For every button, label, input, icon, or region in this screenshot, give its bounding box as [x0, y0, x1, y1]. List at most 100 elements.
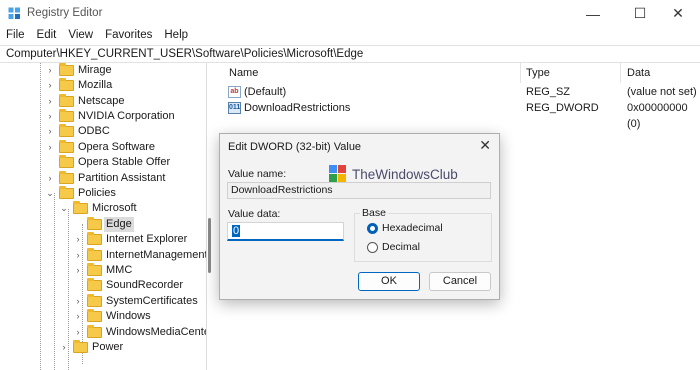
- folder-icon: [59, 171, 74, 184]
- dialog-close-button[interactable]: ✕: [479, 137, 491, 154]
- value-name: DownloadRestrictions: [244, 102, 351, 114]
- tree-item-label: Microsoft: [92, 202, 137, 214]
- tree-item[interactable]: › Mirage: [0, 63, 206, 78]
- value-data-input[interactable]: 0: [227, 222, 344, 241]
- value-type: REG_DWORD: [526, 102, 599, 114]
- menu-favorites[interactable]: Favorites: [99, 26, 158, 44]
- tree-item[interactable]: SoundRecorder: [0, 278, 206, 293]
- folder-icon: [73, 340, 88, 353]
- value-data: 0x00000000 (0): [627, 102, 688, 130]
- hexadecimal-radio[interactable]: [367, 223, 378, 234]
- tree-item[interactable]: ⌄ Policies: [0, 186, 206, 201]
- expand-chevron-icon[interactable]: ›: [59, 340, 69, 355]
- tree-item-label: Opera Stable Offer: [78, 156, 171, 168]
- expand-chevron-icon[interactable]: ›: [73, 263, 83, 278]
- value-type: REG_SZ: [526, 86, 571, 98]
- decimal-radio[interactable]: [367, 242, 378, 253]
- expand-chevron-icon[interactable]: ›: [73, 325, 83, 340]
- column-header-data[interactable]: Data: [627, 67, 650, 79]
- collapse-chevron-icon[interactable]: ⌄: [45, 186, 55, 201]
- tree-item[interactable]: › MMC: [0, 263, 206, 278]
- tree-item[interactable]: › Mozilla: [0, 78, 206, 93]
- expand-chevron-icon[interactable]: ›: [45, 124, 55, 139]
- tree-item[interactable]: Opera Stable Offer: [0, 155, 206, 170]
- tree-item-label: ODBC: [78, 125, 110, 137]
- list-row[interactable]: ab (Default) REG_SZ (value not set): [222, 84, 700, 100]
- tree-scrollbar-thumb[interactable]: [208, 218, 211, 273]
- cancel-button[interactable]: Cancel: [429, 272, 491, 291]
- expand-chevron-icon[interactable]: ›: [45, 63, 55, 78]
- base-group: [354, 213, 492, 262]
- column-header-name[interactable]: Name: [229, 67, 258, 79]
- column-separator[interactable]: [620, 63, 621, 83]
- folder-icon: [59, 63, 74, 76]
- tree-item-selected[interactable]: Edge: [0, 217, 206, 232]
- tree-item[interactable]: › Partition Assistant: [0, 171, 206, 186]
- folder-icon: [87, 278, 102, 291]
- list-row[interactable]: 011 DownloadRestrictions REG_DWORD 0x000…: [222, 100, 700, 130]
- tree-item[interactable]: › Netscape: [0, 94, 206, 109]
- expand-chevron-icon[interactable]: ›: [45, 109, 55, 124]
- tree-item[interactable]: › InternetManagement: [0, 248, 206, 263]
- folder-icon: [73, 201, 88, 214]
- expand-chevron-icon[interactable]: ›: [73, 294, 83, 309]
- address-bar[interactable]: Computer\HKEY_CURRENT_USER\Software\Poli…: [0, 45, 700, 63]
- value-name: (Default): [244, 86, 287, 98]
- tree-item-label: NVIDIA Corporation: [78, 110, 175, 122]
- menu-file[interactable]: File: [0, 26, 31, 44]
- folder-icon: [87, 232, 102, 245]
- tree-item[interactable]: › SystemCertificates: [0, 294, 206, 309]
- tree-item[interactable]: › NVIDIA Corporation: [0, 109, 206, 124]
- base-legend: Base: [360, 207, 388, 219]
- window-title: Registry Editor: [27, 7, 103, 19]
- minimize-button[interactable]: —: [570, 0, 616, 27]
- expand-chevron-icon[interactable]: ›: [45, 171, 55, 186]
- value-data-label: Value data:: [228, 208, 281, 220]
- expand-chevron-icon[interactable]: ›: [73, 232, 83, 247]
- folder-icon: [87, 217, 102, 230]
- tree-item[interactable]: › ODBC: [0, 124, 206, 139]
- column-separator[interactable]: [520, 63, 521, 83]
- expand-chevron-icon[interactable]: ›: [45, 94, 55, 109]
- tree-item-label: Mirage: [78, 64, 112, 76]
- string-value-icon: ab: [228, 86, 241, 98]
- tree-item-label: Mozilla: [78, 79, 113, 91]
- folder-icon: [87, 263, 102, 276]
- folder-icon: [87, 248, 102, 261]
- tree-item-label: Policies: [78, 187, 116, 199]
- tree-item[interactable]: ⌄ Microsoft: [0, 201, 206, 216]
- value-name-field: DownloadRestrictions: [227, 182, 491, 199]
- tree-item[interactable]: › Windows: [0, 309, 206, 324]
- column-header-type[interactable]: Type: [526, 67, 550, 79]
- collapse-chevron-icon[interactable]: ⌄: [59, 201, 69, 216]
- close-button[interactable]: ✕: [655, 0, 700, 27]
- expand-chevron-icon[interactable]: ›: [45, 140, 55, 155]
- expand-chevron-icon[interactable]: ›: [73, 248, 83, 263]
- folder-icon: [59, 94, 74, 107]
- tree-item[interactable]: › Internet Explorer: [0, 232, 206, 247]
- folder-icon: [59, 78, 74, 91]
- watermark-text: TheWindowsClub: [352, 166, 458, 182]
- expand-chevron-icon[interactable]: ›: [73, 309, 83, 324]
- folder-icon: [59, 140, 74, 153]
- hexadecimal-label[interactable]: Hexadecimal: [382, 222, 443, 234]
- tree-item-label: WindowsMediaCente: [106, 326, 207, 338]
- list-header: Name Type Data: [222, 63, 700, 83]
- menu-help[interactable]: Help: [158, 26, 194, 44]
- edit-dword-dialog: Edit DWORD (32-bit) Value ✕ Value name: …: [219, 133, 500, 300]
- folder-icon: [59, 124, 74, 137]
- tree-item[interactable]: › Opera Software: [0, 140, 206, 155]
- menu-edit[interactable]: Edit: [31, 26, 63, 44]
- expand-chevron-icon[interactable]: ›: [45, 78, 55, 93]
- folder-icon: [59, 155, 74, 168]
- value-name-label: Value name:: [228, 168, 287, 180]
- value-data: (value not set): [627, 86, 697, 98]
- registry-tree[interactable]: › Mirage › Mozilla › Netscape › NVIDIA C…: [0, 63, 207, 370]
- tree-item[interactable]: › WindowsMediaCente: [0, 325, 207, 340]
- tree-item[interactable]: › Power: [0, 340, 206, 355]
- folder-icon: [59, 109, 74, 122]
- decimal-label[interactable]: Decimal: [382, 241, 420, 253]
- ok-button[interactable]: OK: [358, 272, 420, 291]
- menu-view[interactable]: View: [62, 26, 99, 44]
- tree-item-label: Partition Assistant: [78, 172, 166, 184]
